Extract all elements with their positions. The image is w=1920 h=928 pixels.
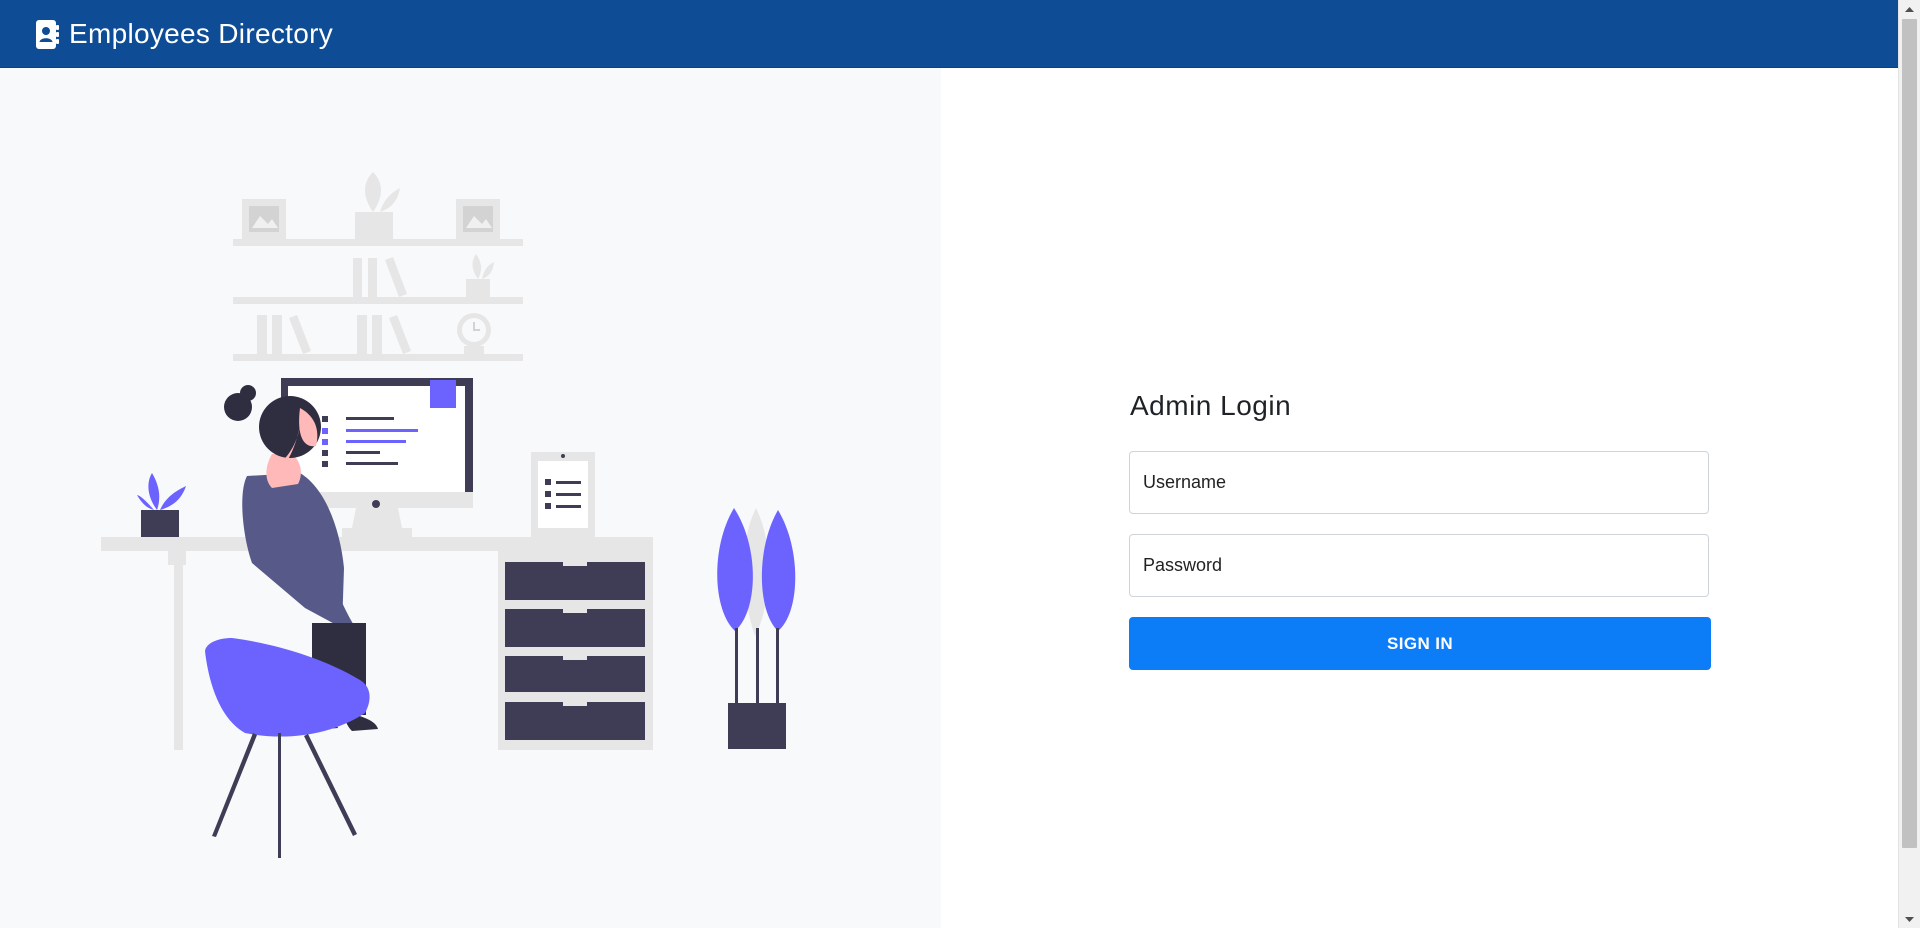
illustration-panel [0, 68, 941, 928]
woman-at-desk-illustration [101, 172, 796, 858]
login-title: Admin Login [1130, 390, 1292, 421]
address-book-icon [36, 19, 59, 49]
desk-plant-illustration [137, 473, 186, 537]
scroll-down-arrow-icon[interactable] [1899, 910, 1920, 928]
floor-plant-illustration [717, 508, 796, 749]
brand-title: Employees Directory [69, 18, 334, 49]
top-navbar: Employees Directory [0, 0, 1898, 68]
clipboard-illustration [531, 452, 595, 537]
password-input[interactable] [1129, 534, 1709, 597]
bookshelf-illustration [233, 172, 523, 361]
desk-illustration [101, 537, 653, 750]
scroll-up-arrow-icon[interactable] [1899, 0, 1920, 18]
brand-link[interactable]: Employees Directory [35, 18, 333, 50]
scrollbar-thumb[interactable] [1902, 19, 1917, 848]
sign-in-button[interactable]: SIGN IN [1129, 617, 1711, 670]
username-input[interactable] [1129, 451, 1709, 514]
login-panel: Admin Login SIGN IN [941, 68, 1898, 928]
vertical-scrollbar[interactable] [1898, 0, 1920, 928]
